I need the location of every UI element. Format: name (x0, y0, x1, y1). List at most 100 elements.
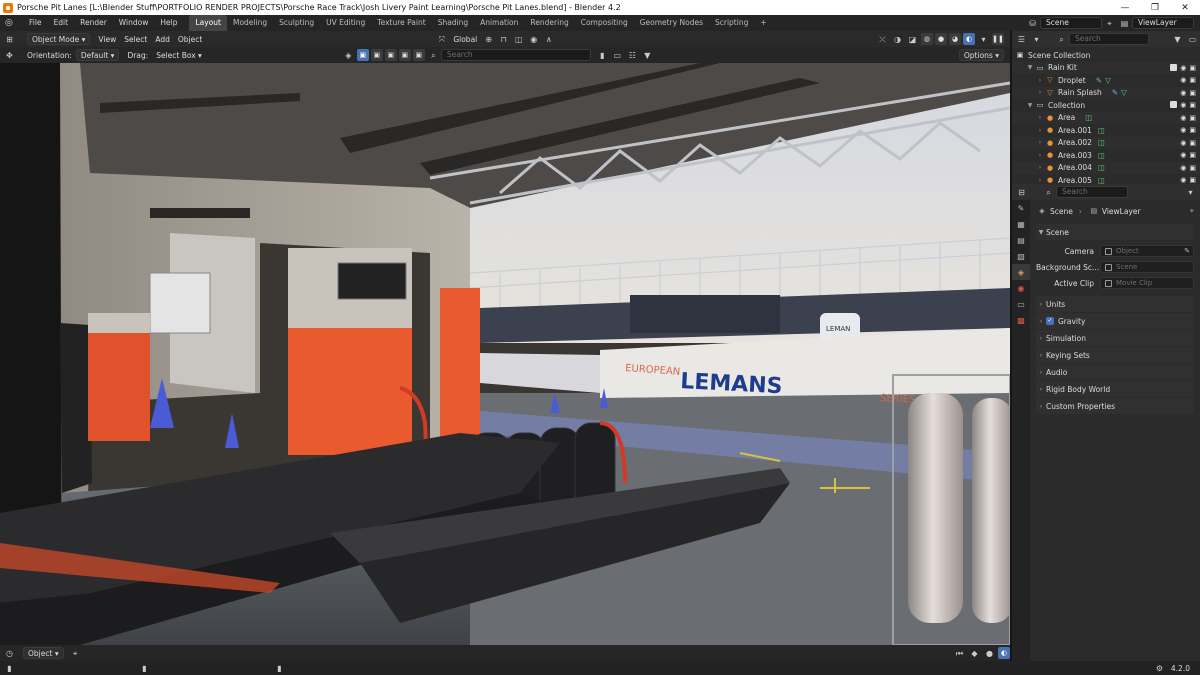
panel-scene[interactable]: ▼ Scene (1036, 224, 1194, 240)
outliner-editor-icon[interactable]: ☰ (1016, 34, 1027, 45)
autokey-icon[interactable]: ● (984, 648, 995, 659)
pin-properties-icon[interactable]: ⌖ (1190, 206, 1194, 216)
rendered-shading-icon[interactable]: ◐ (963, 33, 975, 45)
outliner-scene-collection[interactable]: ▣ Scene Collection (1012, 49, 1200, 62)
close-button[interactable]: ✕ (1170, 3, 1200, 13)
tab-animation[interactable]: Animation (474, 15, 524, 31)
outliner-row-collection[interactable]: ▼ ▭ Collection ◉ ▣ (1012, 99, 1200, 112)
eye-icon[interactable]: ◉ (1180, 89, 1186, 97)
camera-icon[interactable]: ▣ (1189, 126, 1196, 134)
select-extend-icon[interactable]: ▣ (370, 49, 383, 61)
menu-add[interactable]: Add (151, 35, 174, 44)
panel-audio[interactable]: › Audio (1036, 364, 1194, 380)
tab-texture-paint[interactable]: Texture Paint (371, 15, 431, 31)
camera-field[interactable]: Object ✎ (1100, 245, 1194, 257)
minimize-button[interactable]: — (1110, 3, 1140, 13)
eye-icon[interactable]: ◉ (1180, 114, 1186, 122)
eye-icon[interactable]: ◉ (1180, 76, 1186, 84)
3d-viewport[interactable]: LEMAN EUROPEAN LEMANS SERIES (0, 63, 1010, 645)
wireframe-shading-icon[interactable]: ◍ (921, 33, 933, 45)
material-shading-icon[interactable]: ◕ (949, 33, 961, 45)
output-tab-icon[interactable]: ▤ (1012, 232, 1030, 248)
menu-view[interactable]: View (94, 35, 120, 44)
outliner-row-droplet[interactable]: › ▽ Droplet ✎ ▽ ◉ ▣ (1012, 74, 1200, 87)
active-clip-field[interactable]: Movie Clip (1100, 277, 1194, 289)
select-invert-icon[interactable]: ▣ (398, 49, 411, 61)
viewport-search-input[interactable]: Search (440, 49, 591, 61)
snap-target-icon[interactable]: ◫ (513, 34, 524, 45)
shading-options-icon[interactable]: ▾ (978, 34, 989, 45)
expand-icon[interactable]: › (1036, 152, 1044, 159)
restore-button[interactable]: ❐ (1140, 3, 1170, 13)
footer-mode-selector[interactable]: Object ▾ (23, 647, 64, 659)
pin-footer-icon[interactable]: ⌖ (70, 648, 81, 659)
eye-icon[interactable]: ◉ (1180, 126, 1186, 134)
bookmark-icon[interactable]: ▮ (597, 50, 608, 61)
view-icon[interactable]: ◐ (998, 647, 1010, 659)
background-field[interactable]: Scene (1100, 261, 1194, 273)
eye-icon[interactable]: ◉ (1180, 64, 1186, 72)
expand-icon[interactable]: › (1036, 89, 1044, 96)
exclude-checkbox[interactable] (1170, 63, 1178, 71)
view-layer-tab-icon[interactable]: ▧ (1012, 248, 1030, 264)
drag-dropdown[interactable]: Select Box ▾ (152, 51, 206, 60)
keying-icon[interactable]: ◆ (969, 648, 980, 659)
texture-tab-icon[interactable]: ▩ (1012, 312, 1030, 328)
mode-selector[interactable]: Object Mode ▾ (27, 33, 91, 45)
menu-file[interactable]: File (23, 15, 48, 31)
scene-tab-icon[interactable]: ◈ (1012, 264, 1030, 280)
outliner-row-area-001[interactable]: › ● Area.001 ◫ ◉ ▣ (1012, 124, 1200, 137)
solid-shading-icon[interactable]: ● (935, 33, 947, 45)
transform-orientation-dropdown[interactable]: Global (449, 35, 481, 44)
outliner-row-area-004[interactable]: › ● Area.004 ◫ ◉ ▣ (1012, 161, 1200, 174)
menu-select[interactable]: Select (120, 35, 151, 44)
select-intersect-icon[interactable]: ▣ (412, 49, 425, 61)
pause-render-icon[interactable]: ❚❚ (992, 33, 1004, 45)
camera-icon[interactable]: ▣ (1189, 114, 1196, 122)
eye-icon[interactable]: ◉ (1180, 101, 1186, 109)
display-mode-icon[interactable]: ▾ (1031, 34, 1042, 45)
menu-object[interactable]: Object (174, 35, 206, 44)
options-dropdown[interactable]: Options ▾ (958, 49, 1004, 61)
camera-icon[interactable]: ▣ (1189, 164, 1196, 172)
eyedropper-icon[interactable]: ✎ (1184, 246, 1190, 256)
orientation-dropdown[interactable]: Default ▾ (75, 49, 120, 61)
camera-icon[interactable]: ▣ (1189, 101, 1196, 109)
outliner-row-area-002[interactable]: › ● Area.002 ◫ ◉ ▣ (1012, 136, 1200, 149)
exclude-checkbox[interactable] (1170, 101, 1178, 109)
tool-tab-icon[interactable]: ✎ (1012, 200, 1030, 216)
editor-type-icon[interactable]: ⊞ (4, 34, 15, 45)
tab-layout[interactable]: Layout (189, 15, 227, 31)
tab-shading[interactable]: Shading (432, 15, 474, 31)
eye-icon[interactable]: ◉ (1180, 151, 1186, 159)
select-box-mode-icon[interactable]: ▣ (356, 49, 369, 61)
camera-icon[interactable]: ▣ (1189, 76, 1196, 84)
tab-compositing[interactable]: Compositing (575, 15, 634, 31)
collection-tab-icon[interactable]: ▭ (1012, 296, 1030, 312)
pivot-icon[interactable]: ⊕ (483, 34, 494, 45)
folder-icon[interactable]: ▭ (612, 50, 623, 61)
camera-icon[interactable]: ▣ (1189, 151, 1196, 159)
tab-scripting[interactable]: Scripting (709, 15, 754, 31)
camera-icon[interactable]: ▣ (1189, 64, 1196, 72)
viewlayer-selector[interactable]: ViewLayer (1132, 17, 1194, 29)
panel-rigid-body-world[interactable]: › Rigid Body World (1036, 381, 1194, 397)
add-workspace-button[interactable]: + (754, 15, 772, 31)
expand-icon[interactable]: › (1036, 127, 1044, 134)
expand-icon[interactable]: ▼ (1026, 64, 1034, 71)
properties-search-input[interactable]: Search (1056, 186, 1128, 198)
panel-units[interactable]: › Units (1036, 296, 1194, 312)
outliner-row-area[interactable]: › ● Area ◫ ◉ ▣ (1012, 111, 1200, 124)
pin-icon[interactable]: ⌖ (1104, 18, 1115, 29)
expand-icon[interactable]: ▼ (1026, 102, 1034, 109)
eye-icon[interactable]: ◉ (1180, 164, 1186, 172)
expand-icon[interactable]: › (1036, 139, 1044, 146)
expand-icon[interactable]: › (1036, 77, 1044, 84)
world-tab-icon[interactable]: ◉ (1012, 280, 1030, 296)
gizmo-icon[interactable]: ⤫ (877, 34, 888, 45)
panel-gravity[interactable]: › ✓ Gravity (1036, 313, 1194, 329)
outliner-row-rain-kit[interactable]: ▼ ▭ Rain Kit ◉ ▣ (1012, 61, 1200, 74)
new-collection-icon[interactable]: ▭ (1187, 34, 1198, 45)
overlays-icon[interactable]: ◑ (892, 34, 903, 45)
outliner-filter-icon[interactable]: ▼ (1172, 34, 1183, 45)
